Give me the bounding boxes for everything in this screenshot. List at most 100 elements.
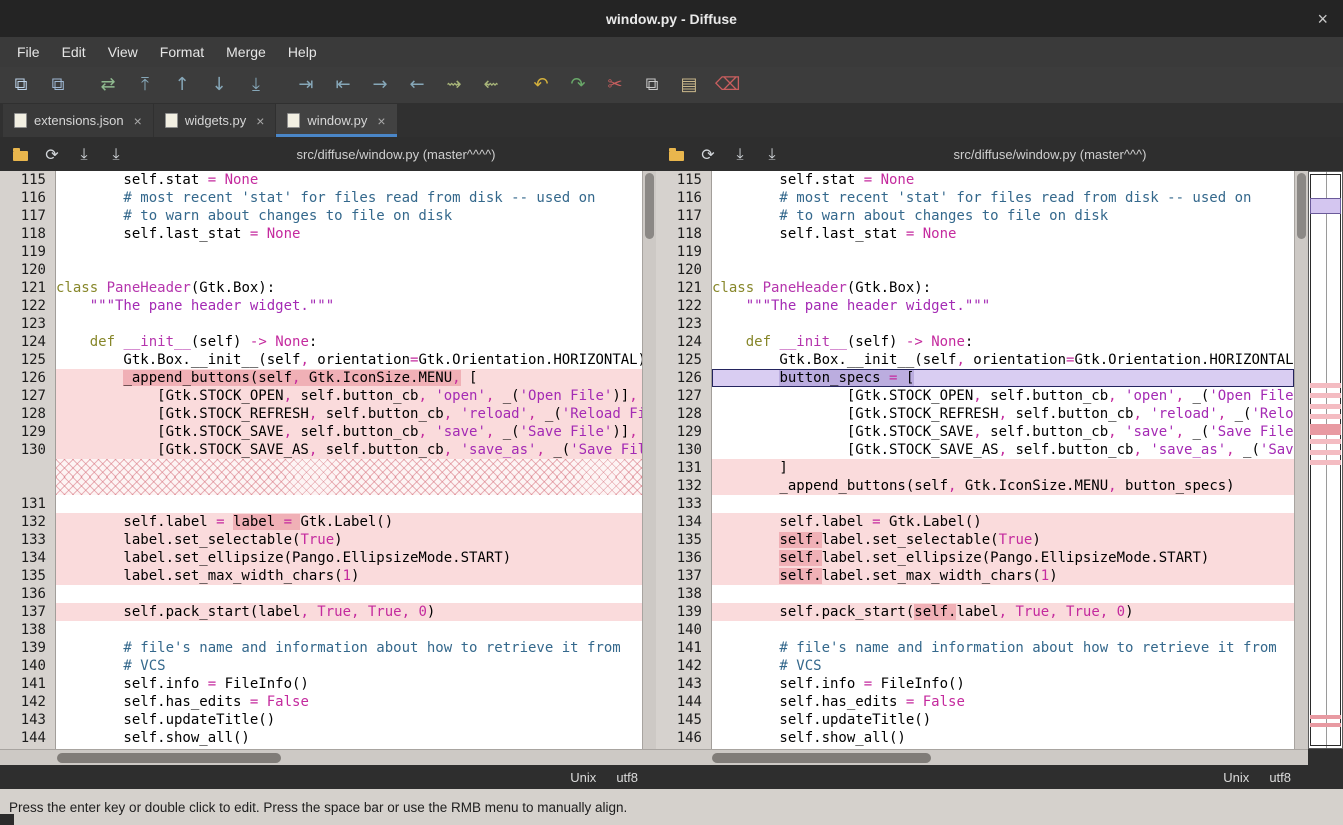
code-line[interactable]: _append_buttons(self, Gtk.IconSize.MENU,…: [712, 477, 1294, 495]
previous-difference-icon[interactable]: ↑: [171, 76, 193, 94]
auto-merge-right-icon[interactable]: ⇜: [480, 76, 502, 94]
left-hscroll-thumb[interactable]: [57, 753, 281, 763]
reload-file-icon[interactable]: ⟳: [698, 144, 718, 164]
code-line[interactable]: self.last_stat = None: [56, 225, 642, 243]
paste-icon[interactable]: ▤: [678, 76, 700, 94]
code-line[interactable]: label.set_selectable(True): [56, 531, 642, 549]
menu-item-merge[interactable]: Merge: [215, 37, 277, 67]
code-line[interactable]: [Gtk.STOCK_REFRESH, self.button_cb, 'rel…: [56, 405, 642, 423]
code-line[interactable]: self.info = FileInfo(): [712, 675, 1294, 693]
code-line[interactable]: self.stat = None: [56, 171, 642, 189]
code-line[interactable]: self.last_stat = None: [712, 225, 1294, 243]
code-line[interactable]: # to warn about changes to file on disk: [712, 207, 1294, 225]
save-file-as-icon[interactable]: ⤓: [106, 144, 126, 164]
code-line[interactable]: [Gtk.STOCK_SAVE_AS, self.button_cb, 'sav…: [712, 441, 1294, 459]
code-line[interactable]: self.label.set_selectable(True): [712, 531, 1294, 549]
save-file-icon[interactable]: ⤓: [74, 144, 94, 164]
code-line[interactable]: # to warn about changes to file on disk: [56, 207, 642, 225]
tab-close-icon[interactable]: ×: [134, 114, 142, 128]
open-file-icon[interactable]: [666, 144, 686, 164]
code-line[interactable]: self.label = label = Gtk.Label(): [56, 513, 642, 531]
first-difference-icon[interactable]: ⤒: [134, 76, 156, 94]
right-horizontal-scrollbar[interactable]: [656, 749, 1308, 765]
merge-from-right-icon[interactable]: ←: [406, 76, 428, 94]
code-line[interactable]: self.label.set_ellipsize(Pango.Ellipsize…: [712, 549, 1294, 567]
code-line[interactable]: self.stat = None: [712, 171, 1294, 189]
code-line[interactable]: [56, 243, 642, 261]
code-line[interactable]: [56, 477, 642, 495]
code-line[interactable]: self.label = Gtk.Label(): [712, 513, 1294, 531]
diff-overview-map[interactable]: [1308, 171, 1343, 749]
code-line[interactable]: [712, 315, 1294, 333]
next-difference-icon[interactable]: ↓: [208, 76, 230, 94]
tab-close-icon[interactable]: ×: [256, 114, 264, 128]
merge-from-left-icon[interactable]: →: [369, 76, 391, 94]
code-line[interactable]: [56, 621, 642, 639]
code-line[interactable]: [712, 585, 1294, 603]
redo-icon[interactable]: ↷: [567, 76, 589, 94]
code-line[interactable]: self.has_edits = False: [56, 693, 642, 711]
new-2way-file-merge-icon[interactable]: ⧉: [10, 76, 32, 94]
code-line[interactable]: _append_buttons(self, Gtk.IconSize.MENU,…: [56, 369, 642, 387]
tab-widgets-py[interactable]: widgets.py×: [154, 104, 276, 137]
code-line[interactable]: [Gtk.STOCK_REFRESH, self.button_cb, 'rel…: [712, 405, 1294, 423]
menu-item-help[interactable]: Help: [277, 37, 328, 67]
code-line[interactable]: [56, 495, 642, 513]
code-line[interactable]: [Gtk.STOCK_OPEN, self.button_cb, 'open',…: [712, 387, 1294, 405]
code-line[interactable]: Gtk.Box.__init__(self, orientation=Gtk.O…: [712, 351, 1294, 369]
menu-item-view[interactable]: View: [97, 37, 149, 67]
code-line[interactable]: [Gtk.STOCK_OPEN, self.button_cb, 'open',…: [56, 387, 642, 405]
code-line[interactable]: class PaneHeader(Gtk.Box):: [56, 279, 642, 297]
code-line[interactable]: [712, 243, 1294, 261]
reload-file-icon[interactable]: ⟳: [42, 144, 62, 164]
code-line[interactable]: [712, 261, 1294, 279]
save-file-as-icon[interactable]: ⤓: [762, 144, 782, 164]
copy-selection-right-icon[interactable]: ⇥: [295, 76, 317, 94]
code-line[interactable]: # most recent 'stat' for files read from…: [712, 189, 1294, 207]
new-3way-file-merge-icon[interactable]: ⧉: [47, 76, 69, 94]
menu-item-format[interactable]: Format: [149, 37, 215, 67]
left-code-area[interactable]: self.stat = None # most recent 'stat' fo…: [56, 171, 642, 749]
menu-item-file[interactable]: File: [6, 37, 51, 67]
code-line[interactable]: self.updateTitle(): [712, 711, 1294, 729]
left-vscroll-thumb[interactable]: [645, 173, 654, 239]
code-line[interactable]: self.has_edits = False: [712, 693, 1294, 711]
code-line[interactable]: self.info = FileInfo(): [56, 675, 642, 693]
cut-icon[interactable]: ✂: [604, 76, 626, 94]
code-line[interactable]: """The pane header widget.""": [712, 297, 1294, 315]
window-close-icon[interactable]: ×: [1317, 10, 1328, 28]
code-line[interactable]: # file's name and information about how …: [56, 639, 642, 657]
undo-icon[interactable]: ↶: [530, 76, 552, 94]
code-line[interactable]: # most recent 'stat' for files read from…: [56, 189, 642, 207]
open-file-icon[interactable]: [10, 144, 30, 164]
auto-merge-left-icon[interactable]: ⇝: [443, 76, 465, 94]
code-line[interactable]: [56, 261, 642, 279]
code-line[interactable]: """The pane header widget.""": [56, 297, 642, 315]
code-line[interactable]: self.label.set_max_width_chars(1): [712, 567, 1294, 585]
code-line[interactable]: label.set_max_width_chars(1): [56, 567, 642, 585]
code-line[interactable]: Gtk.Box.__init__(self, orientation=Gtk.O…: [56, 351, 642, 369]
code-line[interactable]: [Gtk.STOCK_SAVE_AS, self.button_cb, 'sav…: [56, 441, 642, 459]
code-line[interactable]: self.show_all(): [712, 729, 1294, 747]
tab-window-py[interactable]: window.py×: [276, 104, 396, 137]
code-line[interactable]: [712, 495, 1294, 513]
right-code-area[interactable]: self.stat = None # most recent 'stat' fo…: [712, 171, 1294, 749]
code-line[interactable]: # file's name and information about how …: [712, 639, 1294, 657]
left-horizontal-scrollbar[interactable]: [0, 749, 656, 765]
code-line[interactable]: self.pack_start(self.label, True, True, …: [712, 603, 1294, 621]
save-file-icon[interactable]: ⤓: [730, 144, 750, 164]
code-line[interactable]: [712, 621, 1294, 639]
clear-edits-icon[interactable]: ⌫: [715, 76, 737, 94]
left-vertical-scrollbar[interactable]: [642, 171, 656, 749]
right-vscroll-thumb[interactable]: [1297, 173, 1306, 239]
tab-close-icon[interactable]: ×: [377, 114, 385, 128]
copy-selection-left-icon[interactable]: ⇤: [332, 76, 354, 94]
last-difference-icon[interactable]: ⤓: [245, 76, 267, 94]
menu-item-edit[interactable]: Edit: [51, 37, 97, 67]
copy-icon[interactable]: ⧉: [641, 76, 663, 94]
code-line[interactable]: def __init__(self) -> None:: [712, 333, 1294, 351]
code-line[interactable]: # VCS: [56, 657, 642, 675]
code-line[interactable]: [56, 459, 642, 477]
tab-extensions-json[interactable]: extensions.json×: [3, 104, 153, 137]
realign-all-icon[interactable]: ⇄: [97, 76, 119, 94]
